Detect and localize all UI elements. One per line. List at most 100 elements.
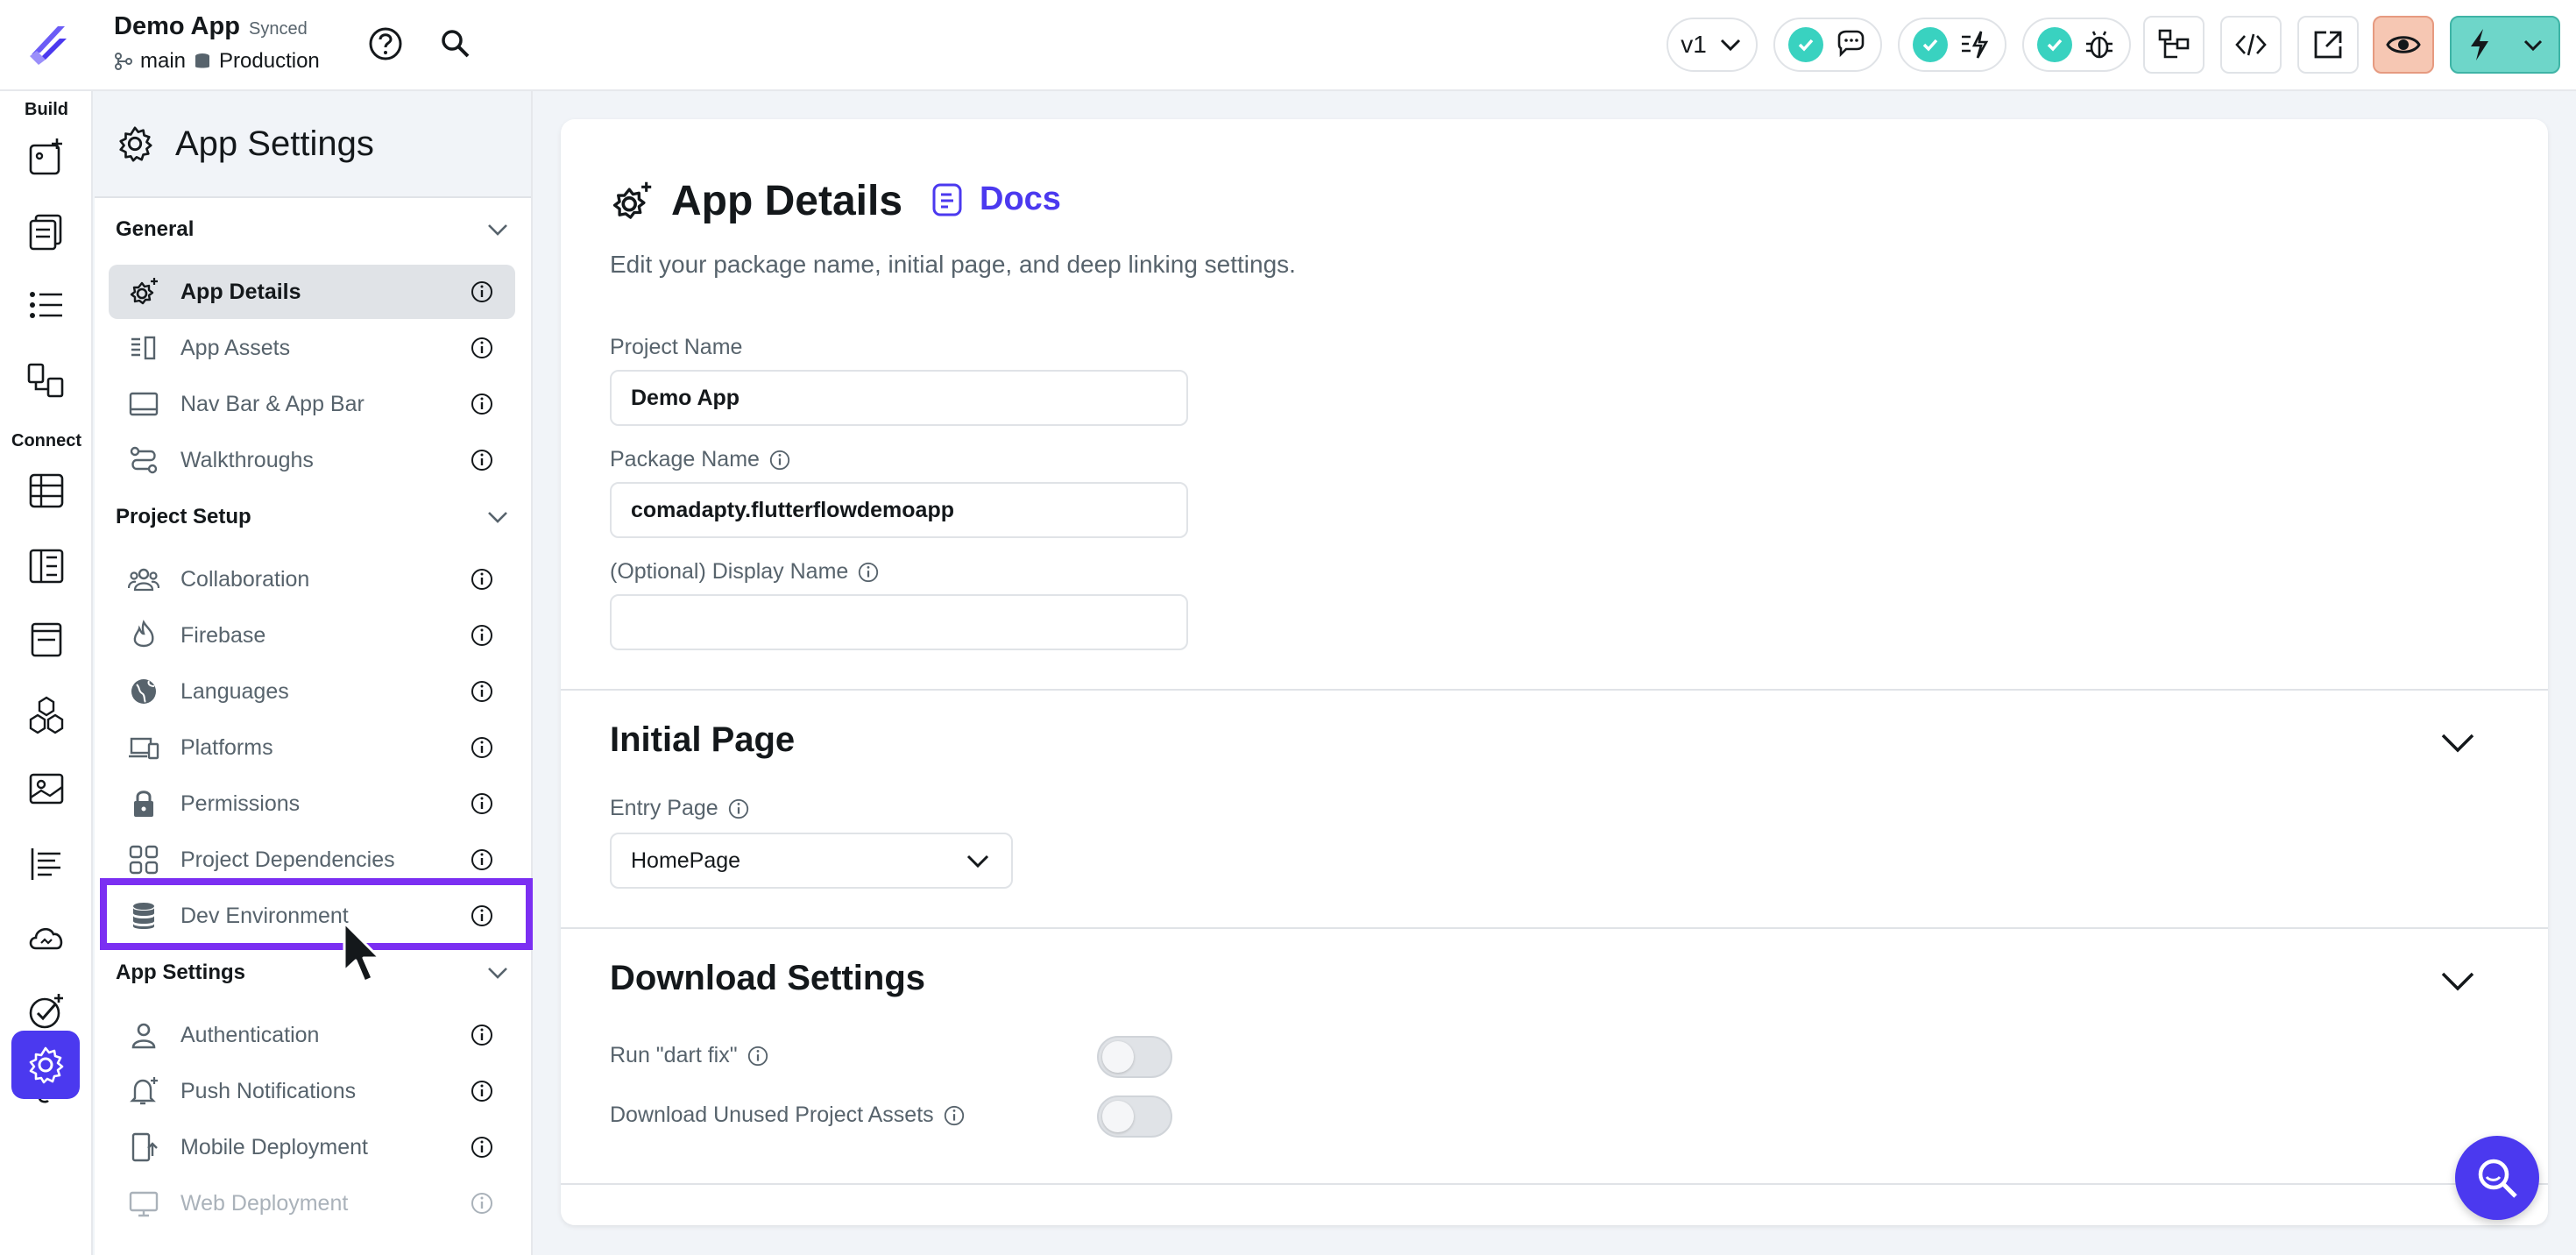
section-project-setup-header[interactable]: Project Setup <box>116 500 510 535</box>
nav-item-app-details[interactable]: App Details <box>109 265 515 319</box>
floating-search-button[interactable] <box>2455 1136 2539 1220</box>
test-check-icon[interactable] <box>25 990 67 1032</box>
flow-button[interactable] <box>2143 16 2204 74</box>
nav-item-permissions[interactable]: Permissions <box>109 776 515 831</box>
info-icon[interactable] <box>943 1104 966 1127</box>
actions-status-button[interactable] <box>1898 18 2006 72</box>
info-icon[interactable] <box>747 1045 769 1067</box>
info-icon[interactable] <box>727 798 750 820</box>
settings-nav-button[interactable] <box>11 1031 80 1099</box>
project-name-input[interactable]: Demo App <box>610 370 1188 426</box>
nav-item-walkthroughs[interactable]: Walkthroughs <box>109 433 515 487</box>
connect-label: Connect <box>11 431 81 450</box>
app-state-icon[interactable] <box>25 545 67 587</box>
gear-icon <box>29 1046 64 1084</box>
custom-code-icon[interactable] <box>25 694 67 736</box>
assets-icon <box>131 336 156 360</box>
chevron-down-icon[interactable] <box>2522 33 2544 56</box>
top-bar: Demo App Synced main Production v1 <box>0 0 2576 91</box>
comments-status-button[interactable] <box>1773 18 1882 72</box>
info-icon[interactable] <box>470 1079 494 1103</box>
help-icon[interactable] <box>366 25 405 63</box>
section-app-settings-header[interactable]: App Settings <box>116 955 510 990</box>
run-button[interactable] <box>2450 16 2560 74</box>
card-header: App Details <box>610 177 902 225</box>
grid-icon <box>129 845 159 875</box>
chevron-down-icon[interactable] <box>2436 959 2480 1003</box>
nav-item-app-assets[interactable]: App Assets <box>109 321 515 375</box>
project-name[interactable]: Demo App <box>114 12 240 41</box>
chevron-down-icon <box>488 224 507 236</box>
nav-item-mobile-deployment[interactable]: Mobile Deployment <box>109 1120 515 1174</box>
info-icon[interactable] <box>470 392 494 416</box>
info-icon[interactable] <box>470 791 494 816</box>
nav-item-languages[interactable]: Languages <box>109 664 515 719</box>
pages-icon[interactable] <box>25 210 67 252</box>
nav-item-push-notifications[interactable]: Push Notifications <box>109 1064 515 1118</box>
info-icon[interactable] <box>470 679 494 704</box>
media-assets-icon[interactable] <box>25 619 67 661</box>
left-nav-rail: Build Connect <box>0 91 93 1255</box>
nav-item-label: Walkthroughs <box>180 447 314 472</box>
code-button[interactable] <box>2220 16 2282 74</box>
database-table-icon[interactable] <box>25 470 67 512</box>
nav-item-label: Nav Bar & App Bar <box>180 391 364 416</box>
info-icon[interactable] <box>470 623 494 648</box>
nav-item-platforms[interactable]: Platforms <box>109 720 515 775</box>
info-icon[interactable] <box>470 280 494 304</box>
nav-item-web-deployment[interactable]: Web Deployment <box>109 1176 515 1230</box>
widget-tree-icon[interactable] <box>25 284 67 326</box>
nav-item-label: App Assets <box>180 335 291 360</box>
dart-fix-toggle[interactable] <box>1097 1036 1172 1078</box>
preview-button[interactable] <box>2373 16 2434 74</box>
code-icon <box>2235 33 2267 56</box>
check-icon <box>1913 27 1948 62</box>
package-name-label: Package Name <box>610 447 791 472</box>
nav-item-authentication[interactable]: Authentication <box>109 1008 515 1062</box>
package-name-input[interactable]: comadapty.flutterflowdemoapp <box>610 482 1188 538</box>
unused-assets-label: Download Unused Project Assets <box>610 1103 966 1128</box>
entry-page-dropdown[interactable]: HomePage <box>610 833 1013 889</box>
nav-item-firebase[interactable]: Firebase <box>109 608 515 663</box>
label-text: Entry Page <box>610 796 718 820</box>
info-icon[interactable] <box>470 735 494 760</box>
search-icon[interactable] <box>436 25 475 63</box>
section-general-header[interactable]: General <box>116 212 510 247</box>
info-icon[interactable] <box>470 1023 494 1047</box>
sync-status: Synced <box>249 19 308 39</box>
info-icon[interactable] <box>857 561 880 584</box>
version-selector[interactable]: v1 <box>1667 18 1758 72</box>
branch-name: main <box>140 49 187 73</box>
branch-info[interactable]: main Production <box>114 49 320 74</box>
info-icon[interactable] <box>470 448 494 472</box>
nav-item-label: Permissions <box>180 791 301 816</box>
database-icon <box>195 53 210 68</box>
info-icon[interactable] <box>470 847 494 872</box>
nav-item-nav-bar-app-bar[interactable]: Nav Bar & App Bar <box>109 377 515 431</box>
text-align-icon[interactable] <box>25 843 67 885</box>
nav-item-label: Project Dependencies <box>180 847 395 872</box>
cloud-icon[interactable] <box>25 917 67 959</box>
label-text: Project Name <box>610 335 743 359</box>
info-icon[interactable] <box>470 567 494 592</box>
document-icon <box>932 183 962 216</box>
nav-item-collaboration[interactable]: Collaboration <box>109 552 515 606</box>
build-label: Build <box>25 100 68 119</box>
info-icon[interactable] <box>470 1191 494 1216</box>
info-icon[interactable] <box>768 449 791 472</box>
debug-status-button[interactable] <box>2022 18 2131 72</box>
open-external-button[interactable] <box>2297 16 2359 74</box>
docs-link[interactable]: Docs <box>929 181 1061 218</box>
unused-assets-toggle[interactable] <box>1097 1095 1172 1138</box>
add-page-icon[interactable] <box>25 137 67 179</box>
chat-icon <box>1837 30 1865 58</box>
section-divider <box>561 1183 2548 1185</box>
display-name-input[interactable] <box>610 594 1188 650</box>
info-icon[interactable] <box>470 336 494 360</box>
chevron-down-icon[interactable] <box>2436 720 2480 764</box>
storyboard-icon[interactable] <box>25 359 67 401</box>
image-icon[interactable] <box>25 768 67 810</box>
flutterflow-logo-icon[interactable] <box>23 19 72 68</box>
info-icon[interactable] <box>470 1135 494 1159</box>
page-title: App Details <box>671 178 903 224</box>
